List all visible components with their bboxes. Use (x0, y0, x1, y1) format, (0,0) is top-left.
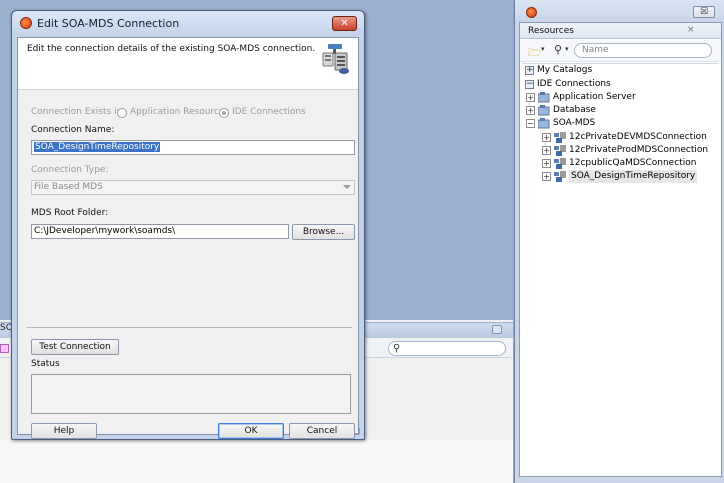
chevron-down-icon[interactable]: ▾ (541, 45, 545, 53)
connection-name-value: SOA_DesignTimeRepository (34, 142, 161, 152)
dialog-titlebar[interactable]: Edit SOA-MDS Connection ✕ (12, 11, 364, 35)
divider (26, 327, 352, 328)
connection-exists-label: Connection Exists in: (31, 107, 126, 117)
tree-item-label: 12cPrivateDEVMDSConnection (569, 132, 707, 142)
mds-connection-icon (554, 158, 566, 169)
bottom-panel-search-input[interactable]: ⚲ (388, 341, 506, 356)
edit-connection-dialog: Edit SOA-MDS Connection ✕ Edit the conne… (11, 10, 365, 440)
connection-folder-icon (538, 118, 550, 129)
browse-button[interactable]: Browse... (292, 224, 355, 240)
resources-search-input[interactable]: Name (574, 43, 712, 58)
connection-type-select[interactable]: File Based MDS (31, 180, 355, 195)
panel-minimize-button[interactable] (492, 325, 502, 334)
expand-icon[interactable]: + (525, 66, 534, 75)
tree-item[interactable]: +12cPrivateProdMDSConnection (520, 144, 720, 157)
connection-wizard-icon (322, 44, 349, 74)
radio-ide-connections-label[interactable]: IDE Connections (232, 107, 306, 117)
collapse-icon[interactable]: − (525, 80, 534, 89)
expand-icon[interactable]: + (542, 159, 551, 168)
resources-toolbar: 🗁 ▾ ⚲ ▾ Name (520, 40, 721, 62)
status-area (31, 374, 351, 414)
mds-connection-icon (554, 171, 566, 182)
tree-item-label: 12cPrivateProdMDSConnection (569, 145, 709, 155)
structure-icon (0, 344, 9, 353)
resources-title: Resources (528, 26, 574, 36)
oracle-logo-icon (20, 17, 32, 29)
connection-type-value: File Based MDS (34, 182, 103, 192)
oracle-logo-icon (526, 7, 537, 18)
resources-panel: Resources × 🗁 ▾ ⚲ ▾ Name + My Catalogs − ID… (519, 22, 722, 477)
radio-ide-connections[interactable] (219, 108, 229, 118)
tree-item[interactable]: +12cPrivateDEVMDSConnection (520, 131, 720, 144)
chevron-down-icon (343, 185, 351, 189)
resize-grip[interactable] (354, 428, 360, 434)
expand-icon[interactable]: + (526, 93, 535, 102)
resources-close-icon[interactable]: × (687, 25, 695, 35)
resources-tab[interactable]: Resources × (520, 23, 721, 39)
tree-item-label: Database (553, 105, 596, 115)
bottom-panel-body (0, 440, 513, 483)
dialog-content: Edit the connection details of the exist… (17, 37, 360, 439)
tree-item-label: My Catalogs (537, 65, 593, 75)
expand-icon[interactable]: + (526, 106, 535, 115)
tree-item-label: Application Server (553, 92, 636, 102)
dialog-header: Edit the connection details of the exist… (18, 38, 358, 90)
connection-folder-icon (538, 92, 550, 103)
test-connection-button[interactable]: Test Connection (31, 339, 119, 355)
tree-item-label: SOA_DesignTimeRepository (569, 170, 698, 183)
collapse-icon[interactable]: − (526, 119, 535, 128)
tree-item[interactable]: − SOA-MDS (520, 117, 720, 130)
new-folder-icon[interactable]: 🗁 (528, 44, 542, 63)
connection-name-label: Connection Name: (31, 125, 115, 135)
ok-button[interactable]: OK (218, 423, 284, 439)
connection-folder-icon (538, 105, 550, 116)
search-icon: ⚲ (393, 343, 401, 354)
tree-item[interactable]: +12cpublicQaMDSConnection (520, 157, 720, 170)
dialog-title: Edit SOA-MDS Connection (37, 17, 180, 30)
connection-name-input[interactable]: SOA_DesignTimeRepository (31, 140, 355, 155)
mds-root-folder-label: MDS Root Folder: (31, 208, 109, 218)
tree-item[interactable]: + My Catalogs (520, 64, 720, 77)
resources-titlebar[interactable]: ☒ (515, 0, 724, 22)
radio-application-resources-label[interactable]: Application Resources (130, 107, 229, 117)
dialog-description: Edit the connection details of the exist… (27, 44, 316, 54)
tree-item[interactable]: + Database (520, 104, 720, 117)
tree-item-label: SOA-MDS (553, 118, 596, 128)
expand-icon[interactable]: + (542, 146, 551, 155)
cancel-button[interactable]: Cancel (289, 423, 355, 439)
chevron-down-icon[interactable]: ▾ (565, 45, 569, 53)
tree-item[interactable]: + SOA_DesignTimeRepository (520, 170, 720, 183)
dialog-close-button[interactable]: ✕ (332, 16, 357, 31)
resources-window-close-button[interactable]: ☒ (693, 6, 715, 18)
help-button[interactable]: Help (31, 423, 97, 439)
search-icon[interactable]: ⚲ (554, 43, 562, 56)
connection-type-label: Connection Type: (31, 165, 109, 175)
tree-item[interactable]: − IDE Connections (520, 78, 720, 91)
mds-root-folder-value: C:\JDeveloper\mywork\soamds\ (34, 226, 176, 236)
mds-root-folder-input[interactable]: C:\JDeveloper\mywork\soamds\ (31, 224, 289, 239)
mds-connection-icon (554, 132, 566, 143)
mds-connection-icon (554, 145, 566, 156)
tree-item-label: 12cpublicQaMDSConnection (569, 158, 697, 168)
tree-item-label: IDE Connections (537, 79, 611, 89)
expand-icon[interactable]: + (542, 133, 551, 142)
tree-item[interactable]: + Application Server (520, 91, 720, 104)
radio-application-resources[interactable] (117, 108, 127, 118)
status-label: Status (31, 359, 60, 369)
expand-icon[interactable]: + (542, 172, 551, 181)
resources-window: ☒ Resources × 🗁 ▾ ⚲ ▾ Name + My Catalogs −… (514, 0, 724, 483)
